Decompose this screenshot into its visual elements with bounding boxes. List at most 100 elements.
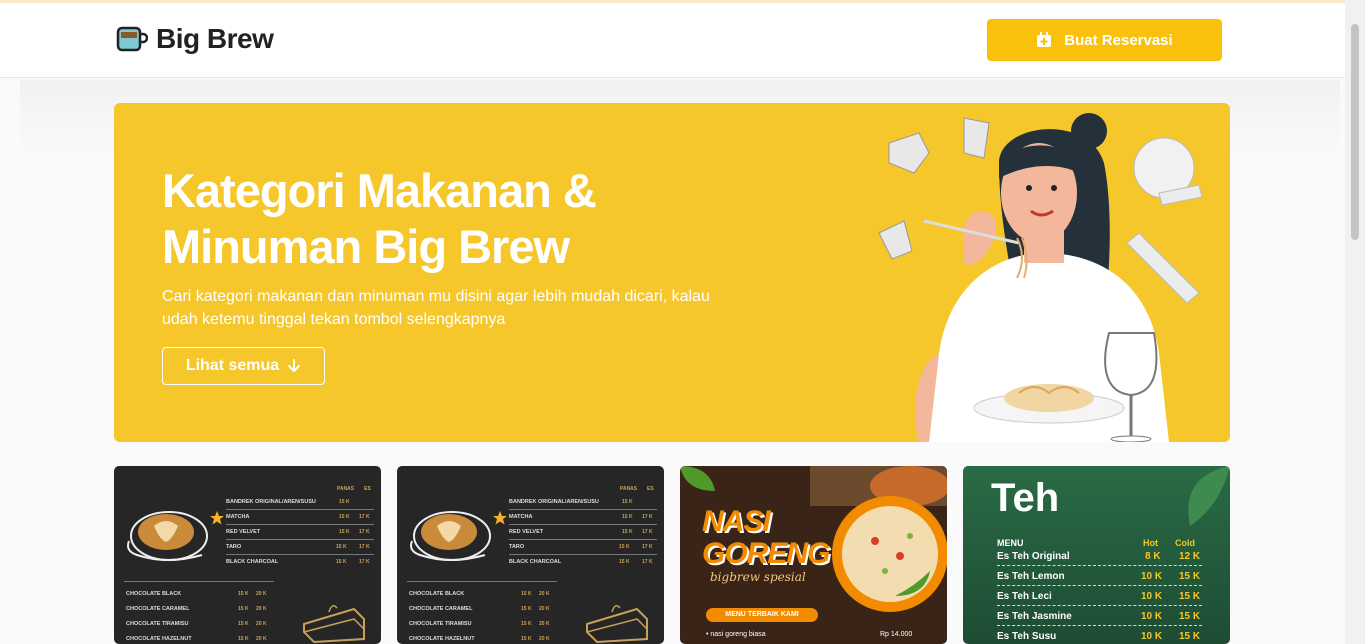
- menu-item-cold: 17 K: [359, 529, 370, 535]
- teh-item-name: Es Teh Lemon: [997, 571, 1065, 582]
- menu-item-hot: 15 K: [521, 606, 532, 612]
- star-icon: [493, 511, 507, 525]
- divider: [997, 585, 1202, 586]
- menu-item-cold: 17 K: [642, 559, 653, 565]
- divider: [997, 565, 1202, 566]
- menu-item-cold: 17 K: [359, 514, 370, 520]
- hero-title: Kategori Makanan & Minuman Big Brew: [162, 163, 722, 275]
- scrollbar-thumb[interactable]: [1351, 24, 1359, 240]
- menu-item-name: CHOCOLATE HAZELNUT: [126, 636, 192, 642]
- teh-item-cold: 15 K: [1179, 631, 1201, 642]
- menu-item-name: BANDREK ORIGINAL/AREN/SUSU: [509, 499, 599, 505]
- teh-cold-label: Cold: [1175, 538, 1195, 548]
- menu-item-hot: 15 K: [238, 636, 249, 642]
- teh-item-hot: 8 K: [1145, 551, 1161, 562]
- teh-item-cold: 15 K: [1179, 611, 1201, 622]
- leaf-icon: [680, 466, 715, 491]
- menu-item-name: MATCHA: [509, 514, 533, 520]
- menu-item-name: CHOCOLATE CARAMEL: [409, 606, 473, 612]
- nasi-subtitle: bigbrew spesial: [710, 570, 806, 584]
- menu-item-cold: 20 K: [256, 636, 267, 642]
- menu-item-hot: 15 K: [238, 621, 249, 627]
- nasi-price: Rp 14.000: [880, 631, 913, 638]
- menu-card-minuman-2[interactable]: PANAS ES BANDREK ORIGINAL/AREN/SUSU 15 K…: [397, 466, 664, 644]
- menu-item-hot: 15 K: [238, 591, 249, 597]
- calendar-plus-icon: [1037, 32, 1052, 47]
- menu-item-cold: 20 K: [539, 621, 550, 627]
- menu-item-name: CHOCOLATE HAZELNUT: [409, 636, 475, 642]
- menu-card-teh[interactable]: Teh MENU Hot Cold Es Teh Original 8 K 12…: [963, 466, 1230, 644]
- teh-item-name: Es Teh Jasmine: [997, 611, 1072, 622]
- nasi-title-line-2: GORENG: [702, 537, 830, 570]
- cake-sketch-icon: [303, 605, 365, 644]
- see-all-button-label: Lihat semua: [185, 357, 280, 374]
- menu-item-hot: 15 K: [238, 606, 249, 612]
- teh-item-name: Es Teh Leci: [997, 591, 1052, 602]
- woman-eating-pasta-illustration: [878, 113, 1203, 442]
- coffee-cup-icon: [116, 26, 148, 52]
- menu-item-hot: 15 K: [619, 544, 630, 550]
- menu-item-cold: 17 K: [359, 544, 370, 550]
- menu-item-cold: 20 K: [539, 636, 550, 642]
- menu-item-name: CHOCOLATE CARAMEL: [126, 606, 190, 612]
- teh-item-name: Es Teh Original: [997, 551, 1070, 562]
- teh-title: Teh: [991, 476, 1060, 520]
- col-header-cold: ES: [647, 486, 654, 492]
- menu-item-hot: 15 K: [622, 529, 633, 535]
- divider: [997, 625, 1202, 626]
- menu-item-name: TARO: [226, 544, 242, 550]
- teh-hot-label: Hot: [1143, 538, 1158, 548]
- col-header-cold: ES: [364, 486, 371, 492]
- arrow-down-icon: [288, 359, 301, 373]
- star-icon: [210, 511, 224, 525]
- col-header-hot: PANAS: [620, 486, 638, 492]
- menu-card-minuman-1[interactable]: PANAS ES BANDREK ORIGINAL/AREN/SUSU 15 K…: [114, 466, 381, 644]
- menu-item-cold: 20 K: [539, 606, 550, 612]
- teh-item-name: Es Teh Susu: [997, 631, 1057, 642]
- menu-item-hot: 15 K: [521, 636, 532, 642]
- menu-item-hot: 15 K: [339, 499, 350, 505]
- menu-item-hot: 15 K: [339, 529, 350, 535]
- menu-item-name: RED VELVET: [509, 529, 544, 535]
- teh-item-hot: 10 K: [1141, 591, 1163, 602]
- menu-item-hot: 15 K: [339, 514, 350, 520]
- reservation-button-label: Buat Reservasi: [1064, 31, 1173, 49]
- menu-item-name: CHOCOLATE TIRAMISU: [409, 621, 472, 627]
- divider: [997, 605, 1202, 606]
- reservation-button[interactable]: Buat Reservasi: [987, 19, 1222, 61]
- hero-banner: Kategori Makanan & Minuman Big Brew Cari…: [114, 103, 1230, 442]
- brand-link[interactable]: Big Brew: [114, 23, 274, 55]
- menu-item-cold: 17 K: [642, 514, 653, 520]
- menu-item-name: CHOCOLATE BLACK: [126, 591, 182, 597]
- menu-item-cold: 17 K: [642, 544, 653, 550]
- menu-item-name: CHOCOLATE BLACK: [409, 591, 465, 597]
- nasi-title-line-1: NASI: [702, 505, 771, 538]
- divider: [509, 509, 657, 510]
- menu-item-hot: 15 K: [619, 559, 630, 565]
- hero-title-line-2: Minuman Big Brew: [162, 220, 570, 273]
- leaf-icon: [1188, 466, 1230, 526]
- hero-description-line-2: udah ketemu tinggal tekan tombol selengk…: [162, 311, 506, 328]
- menu-card-nasi-goreng[interactable]: NASI GORENG bigbrew spesial MENU TERBAIK…: [680, 466, 947, 644]
- navbar: Big Brew Buat Reservasi: [0, 3, 1345, 78]
- hero-description: Cari kategori makanan dan minuman mu dis…: [162, 285, 722, 331]
- teh-item-cold: 15 K: [1179, 591, 1201, 602]
- menu-item-hot: 15 K: [622, 499, 633, 505]
- cake-sketch-icon: [586, 605, 648, 644]
- menu-item-name: CHOCOLATE TIRAMISU: [126, 621, 189, 627]
- menu-item-cold: 17 K: [642, 529, 653, 535]
- menu-item-name: BLACK CHARCOAL: [509, 559, 562, 565]
- teh-item-cold: 12 K: [1179, 551, 1201, 562]
- teh-item-hot: 10 K: [1141, 571, 1163, 582]
- hero-description-line-1: Cari kategori makanan dan minuman mu dis…: [162, 288, 710, 305]
- divider: [407, 581, 557, 582]
- hero-title-line-1: Kategori Makanan &: [162, 164, 597, 217]
- menu-item-hot: 15 K: [336, 559, 347, 565]
- divider: [226, 524, 374, 525]
- menu-item-cold: 20 K: [539, 591, 550, 597]
- menu-item-name: MATCHA: [226, 514, 250, 520]
- teh-item-hot: 10 K: [1141, 611, 1163, 622]
- see-all-button[interactable]: Lihat semua: [162, 347, 325, 385]
- teh-menu-label: MENU: [997, 538, 1024, 548]
- divider: [226, 539, 374, 540]
